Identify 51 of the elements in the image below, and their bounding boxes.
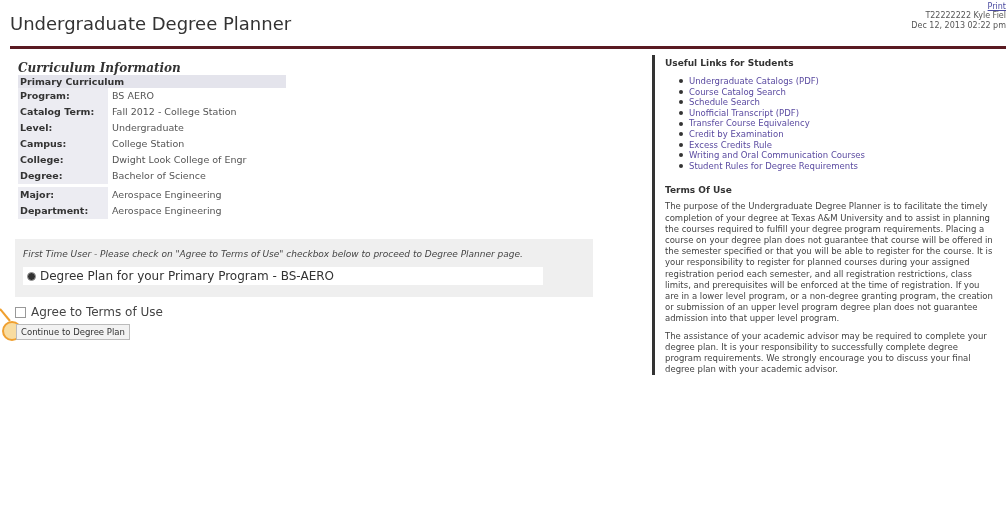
- link[interactable]: Course Catalog Search: [689, 86, 786, 98]
- checkbox-label: Agree to Terms of Use: [31, 305, 163, 319]
- field-label: College:: [18, 152, 108, 168]
- link[interactable]: Writing and Oral Communication Courses: [689, 150, 865, 161]
- terms-paragraph: The purpose of the Undergraduate Degree Planner is to facilitate the timely completion of your degree at Texas A&M University and to assist in planning the courses required to fulfill your degree program requirements. Placing a course on your degree plan does not guarantee that course will be offered in the semester specified or that you will be able to register for the course. It is your responsibility to register for planned courses during your assigned registration period each semester, and all registration restrictions, class limits, and prerequisites will be enforced at the time of registration. If you are in a lower level program, or a non-degree granting program, the creation or submission of an upper level program degree plan does not guarantee admission into that upper level program.: [665, 201, 994, 325]
- field-label: Degree:: [18, 168, 108, 184]
- notice-text: First Time User - Please check on "Agree to Terms of Use" checkbox below to proceed to Degree Planner page.: [23, 248, 524, 261]
- field-label: Department:: [18, 203, 108, 219]
- terms-paragraph: The assistance of your academic advisor may be required to complete your degree plan. It is your responsibility to successfully complete degree program requirements. We strongly encourage you to discuss your final degree plan with your academic advisor.: [665, 330, 988, 376]
- field-label: Major:: [18, 187, 108, 203]
- page-title: Undergraduate Degree Planner: [10, 13, 292, 34]
- field-value: Aerospace Engineering: [111, 188, 222, 202]
- bullet-icon: [679, 111, 683, 116]
- field-value: Bachelor of Science: [111, 169, 206, 183]
- option-label: Degree Plan for your Primary Program - BS-AERO: [40, 269, 334, 283]
- bullet-icon: [679, 153, 683, 158]
- bullet-icon: [679, 142, 683, 147]
- print-link[interactable]: Print: [987, 2, 1006, 11]
- bullet-icon: [679, 89, 683, 94]
- checkbox[interactable]: [15, 306, 26, 318]
- bullet-icon: [679, 100, 683, 105]
- radio-button[interactable]: [27, 271, 36, 281]
- field-label: Program:: [18, 88, 108, 104]
- field-value: College Station: [111, 137, 185, 151]
- link[interactable]: Credit by Examination: [689, 128, 784, 140]
- section-heading: Terms Of Use: [665, 185, 733, 196]
- bullet-icon: [679, 164, 683, 169]
- link[interactable]: Transfer Course Equivalency: [689, 118, 810, 129]
- plan-option[interactable]: Degree Plan for your Primary Program - BS-AERO: [23, 267, 543, 285]
- bullet-icon: [679, 79, 683, 84]
- bullet-icon: [679, 121, 683, 126]
- timestamp: Dec 12, 2013 02:22 pm: [911, 21, 1006, 31]
- link[interactable]: Student Rules for Degree Requirements: [689, 160, 858, 172]
- field-value: Fall 2012 - College Station: [111, 105, 237, 119]
- field-value: Undergraduate: [111, 121, 184, 135]
- section-heading: Useful Links for Students: [665, 58, 795, 68]
- field-label: Campus:: [18, 136, 108, 152]
- field-value: Aerospace Engineering: [111, 204, 222, 218]
- link[interactable]: Excess Credits Rule: [689, 139, 772, 151]
- table-header: Primary Curriculum: [18, 75, 286, 88]
- field-value: Dwight Look College of Engr: [111, 153, 247, 167]
- link[interactable]: Unofficial Transcript (PDF): [689, 107, 799, 119]
- link[interactable]: Undergraduate Catalogs (PDF): [689, 76, 819, 87]
- bullet-icon: [679, 132, 683, 137]
- continue-button[interactable]: Continue to Degree Plan: [16, 324, 130, 340]
- field-value: BS AERO: [111, 89, 154, 103]
- field-label: Catalog Term:: [18, 104, 108, 120]
- field-label: Level:: [18, 120, 108, 136]
- link[interactable]: Schedule Search: [689, 97, 760, 108]
- user-id: T22222222 Kyle Fiel: [925, 11, 1006, 21]
- section-heading: Curriculum Information: [18, 61, 182, 75]
